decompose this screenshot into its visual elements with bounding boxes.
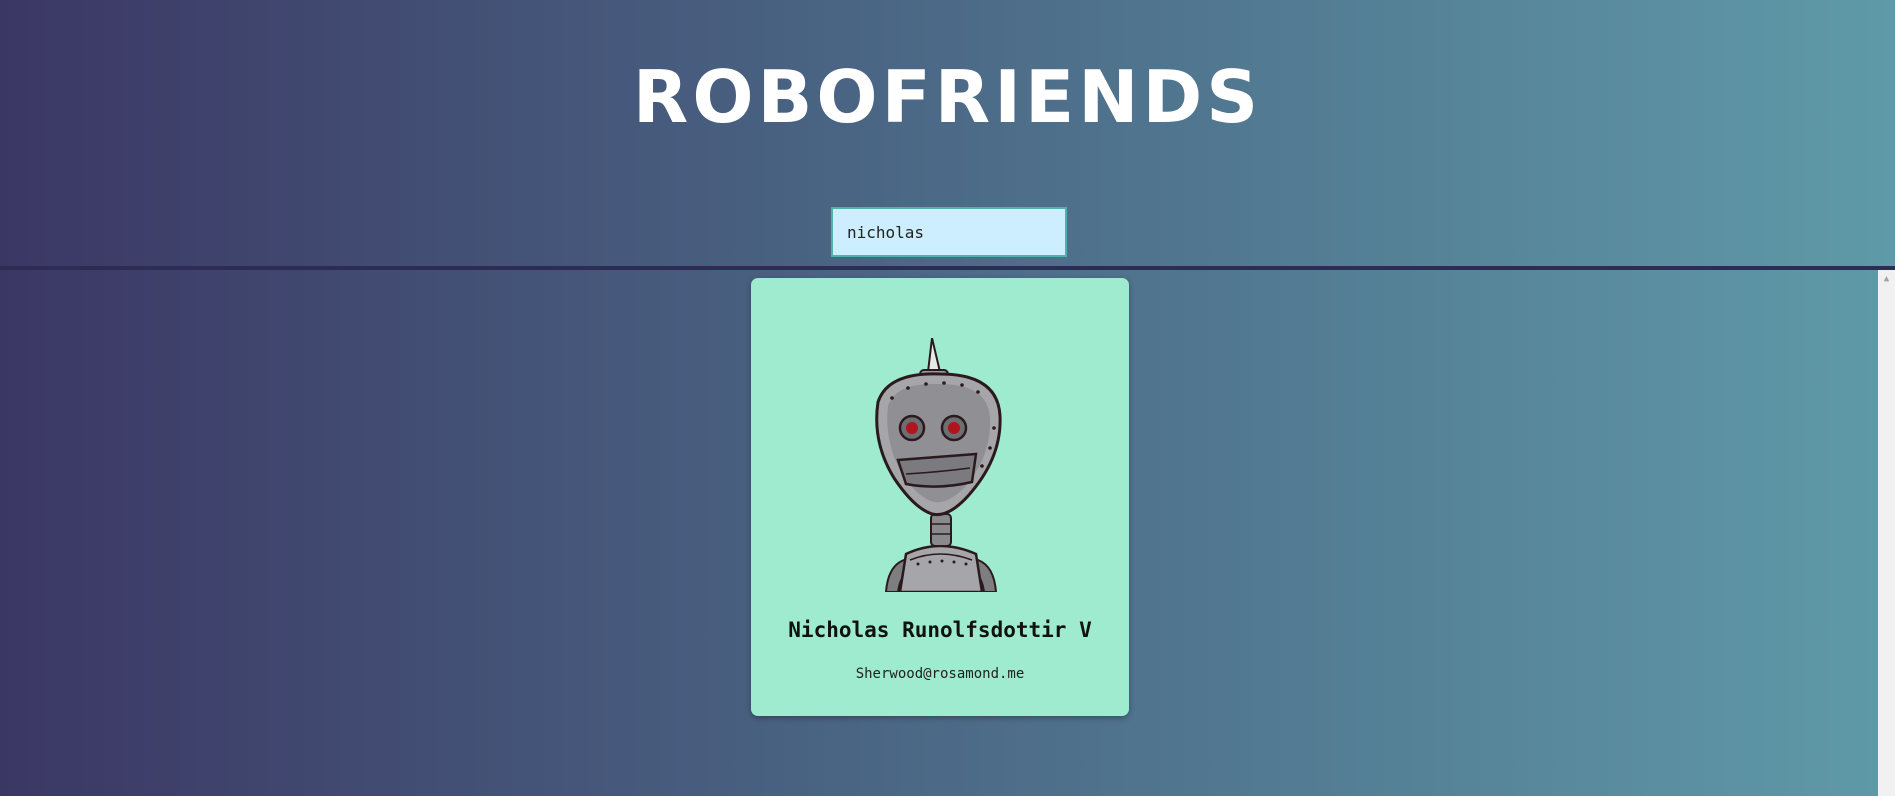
search-input[interactable] — [831, 207, 1067, 257]
robot-name: Nicholas Runolfsdottir V — [788, 618, 1092, 642]
robot-email: Sherwood@rosamond.me — [855, 666, 1025, 682]
scroll-up-arrow-icon[interactable]: ▲ — [1878, 274, 1895, 284]
robot-card: Nicholas Runolfsdottir V Sherwood@rosamo… — [751, 278, 1129, 716]
vertical-scrollbar[interactable]: ▲ — [1878, 270, 1895, 796]
robot-avatar-image — [875, 338, 1002, 592]
app-title: ROBOFRIENDS — [632, 55, 1263, 139]
